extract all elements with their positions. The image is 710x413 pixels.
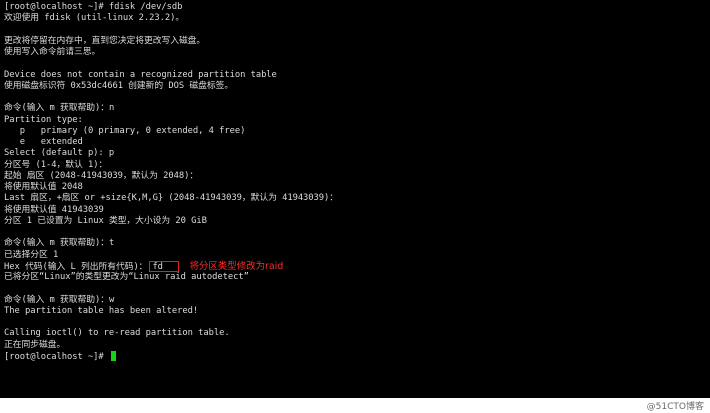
terminal-line: 已选择分区 1 (4, 249, 59, 260)
terminal-line: 已将分区“Linux”的类型更改为“Linux raid autodetect” (4, 272, 249, 282)
terminal-line: Calling ioctl() to re-read partition tab… (4, 328, 230, 339)
terminal-line: 命令(输入 m 获取帮助)：t (4, 238, 115, 249)
terminal-line: 更改将停留在内存中，直到您决定将更改写入磁盘。 (4, 35, 206, 46)
terminal-cursor[interactable] (110, 350, 116, 361)
hex-code-highlight-box: fd (149, 260, 180, 272)
terminal-line: 将使用默认值 41943039 (4, 204, 104, 215)
terminal-line: 命令(输入 m 获取帮助)：w (4, 294, 115, 305)
terminal-line: Select (default p): p (4, 148, 115, 159)
terminal-line: 欢迎使用 fdisk (util-linux 2.23.2)。 (4, 13, 185, 24)
terminal-line: Device does not contain a recognized par… (4, 69, 277, 80)
command-prompt-line[interactable]: [root@localhost ~]# (4, 350, 710, 362)
shell-prompt: [root@localhost ~]# (4, 351, 109, 362)
hex-code-line: Hex 代码(输入 L 列出所有代码)： fd 将分区类型修改为raid (4, 260, 710, 272)
terminal-line: e extended (4, 137, 83, 147)
terminal-line: Last 扇区，+扇区 or +size{K,M,G} (2048-419430… (4, 193, 339, 204)
terminal-line: p primary (0 primary, 0 extended, 4 free… (4, 125, 246, 136)
terminal-line: 将使用默认值 2048 (4, 182, 83, 192)
terminal-line: 分区 1 已设置为 Linux 类型，大小设为 20 GiB (4, 215, 207, 226)
terminal-line: 使用磁盘标识符 0x53dc4661 创建新的 DOS 磁盘标签。 (4, 80, 234, 91)
terminal-line: 命令(输入 m 获取帮助)：n (4, 103, 115, 114)
terminal-line: 使用写入命令前请三思。 (4, 47, 101, 57)
terminal-line: 正在同步磁盘。 (4, 339, 66, 350)
terminal-line: Partition type: (4, 114, 83, 125)
hex-code-value: fd (152, 261, 163, 272)
terminal-line: 起始 扇区 (2048-41943039，默认为 2048)： (4, 170, 199, 181)
watermark: @51CTO博客 (646, 402, 704, 412)
hex-code-prompt: Hex 代码(输入 L 列出所有代码)： (4, 261, 148, 272)
terminal-window[interactable]: [root@localhost ~]# fdisk /dev/sdb 欢迎使用 … (0, 0, 710, 398)
terminal-line: The partition table has been altered! (4, 305, 199, 316)
terminal-line: [root@localhost ~]# fdisk /dev/sdb (4, 2, 183, 12)
terminal-line: 分区号 (1-4，默认 1)： (4, 159, 108, 170)
raid-annotation: 将分区类型修改为raid (189, 260, 284, 272)
